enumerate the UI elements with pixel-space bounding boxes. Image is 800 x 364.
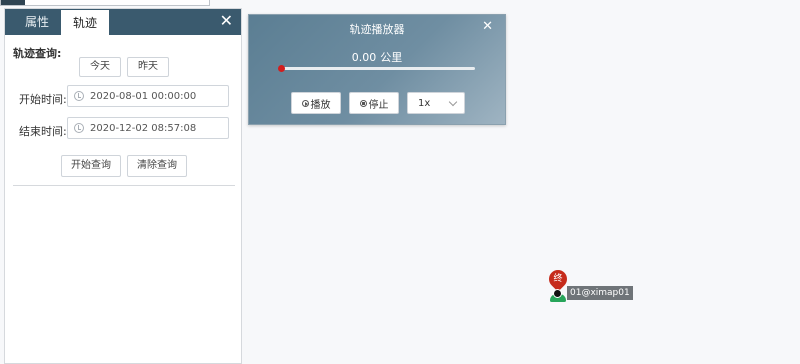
panel-tabbar: 属性 轨迹 ✕ <box>5 9 241 35</box>
play-icon <box>301 99 309 107</box>
today-button[interactable]: 今天 <box>79 57 121 77</box>
start-time-value: 2020-08-01 00:00:00 <box>90 90 197 102</box>
stop-button[interactable]: 停止 <box>349 92 399 114</box>
distance-readout: 0.00 公里 <box>249 49 505 65</box>
player-title: 轨迹播放器 <box>349 23 405 36</box>
tab-track[interactable]: 轨迹 <box>61 9 110 35</box>
distance-unit: 公里 <box>380 51 403 64</box>
clock-icon <box>74 91 84 101</box>
chevron-down-icon <box>448 97 458 106</box>
end-time-label: 结束时间: <box>19 125 67 138</box>
stop-icon <box>359 99 367 107</box>
end-time-value: 2020-12-02 08:57:08 <box>90 122 197 134</box>
top-toolbar-dark-segment <box>1 0 25 5</box>
close-icon[interactable]: ✕ <box>220 13 233 29</box>
play-label: 播放 <box>310 99 331 111</box>
section-divider <box>13 185 235 186</box>
track-player-panel: 轨迹播放器 ✕ 0.00 公里 播放 停止 1x <box>248 14 506 125</box>
speed-value: 1x <box>418 97 431 109</box>
start-query-button[interactable]: 开始查询 <box>61 155 121 177</box>
speed-select[interactable]: 1x <box>407 92 465 114</box>
clock-icon <box>74 123 84 133</box>
progress-slider[interactable] <box>278 65 475 72</box>
end-marker-label: 终 <box>553 274 563 284</box>
left-panel: 属性 轨迹 ✕ 轨迹查询: 今天 昨天 开始时间: 2020-08-01 00:… <box>4 8 242 364</box>
play-button[interactable]: 播放 <box>291 92 341 114</box>
clear-query-button[interactable]: 清除查询 <box>127 155 187 177</box>
vehicle-position-dot[interactable] <box>553 289 562 298</box>
start-time-label: 开始时间: <box>19 93 67 106</box>
tab-attributes[interactable]: 属性 <box>13 9 61 35</box>
progress-handle[interactable] <box>278 65 285 72</box>
end-time-input[interactable]: 2020-12-02 08:57:08 <box>67 117 229 139</box>
track-query-title: 轨迹查询: <box>13 47 62 60</box>
stop-label: 停止 <box>368 99 389 111</box>
start-time-input[interactable]: 2020-08-01 00:00:00 <box>67 85 229 107</box>
yesterday-button[interactable]: 昨天 <box>127 57 169 77</box>
distance-value: 0.00 <box>351 51 377 64</box>
top-toolbar-fragment <box>0 0 210 6</box>
vehicle-label: 01@ximap01 <box>567 286 633 300</box>
close-icon[interactable]: ✕ <box>482 19 493 34</box>
